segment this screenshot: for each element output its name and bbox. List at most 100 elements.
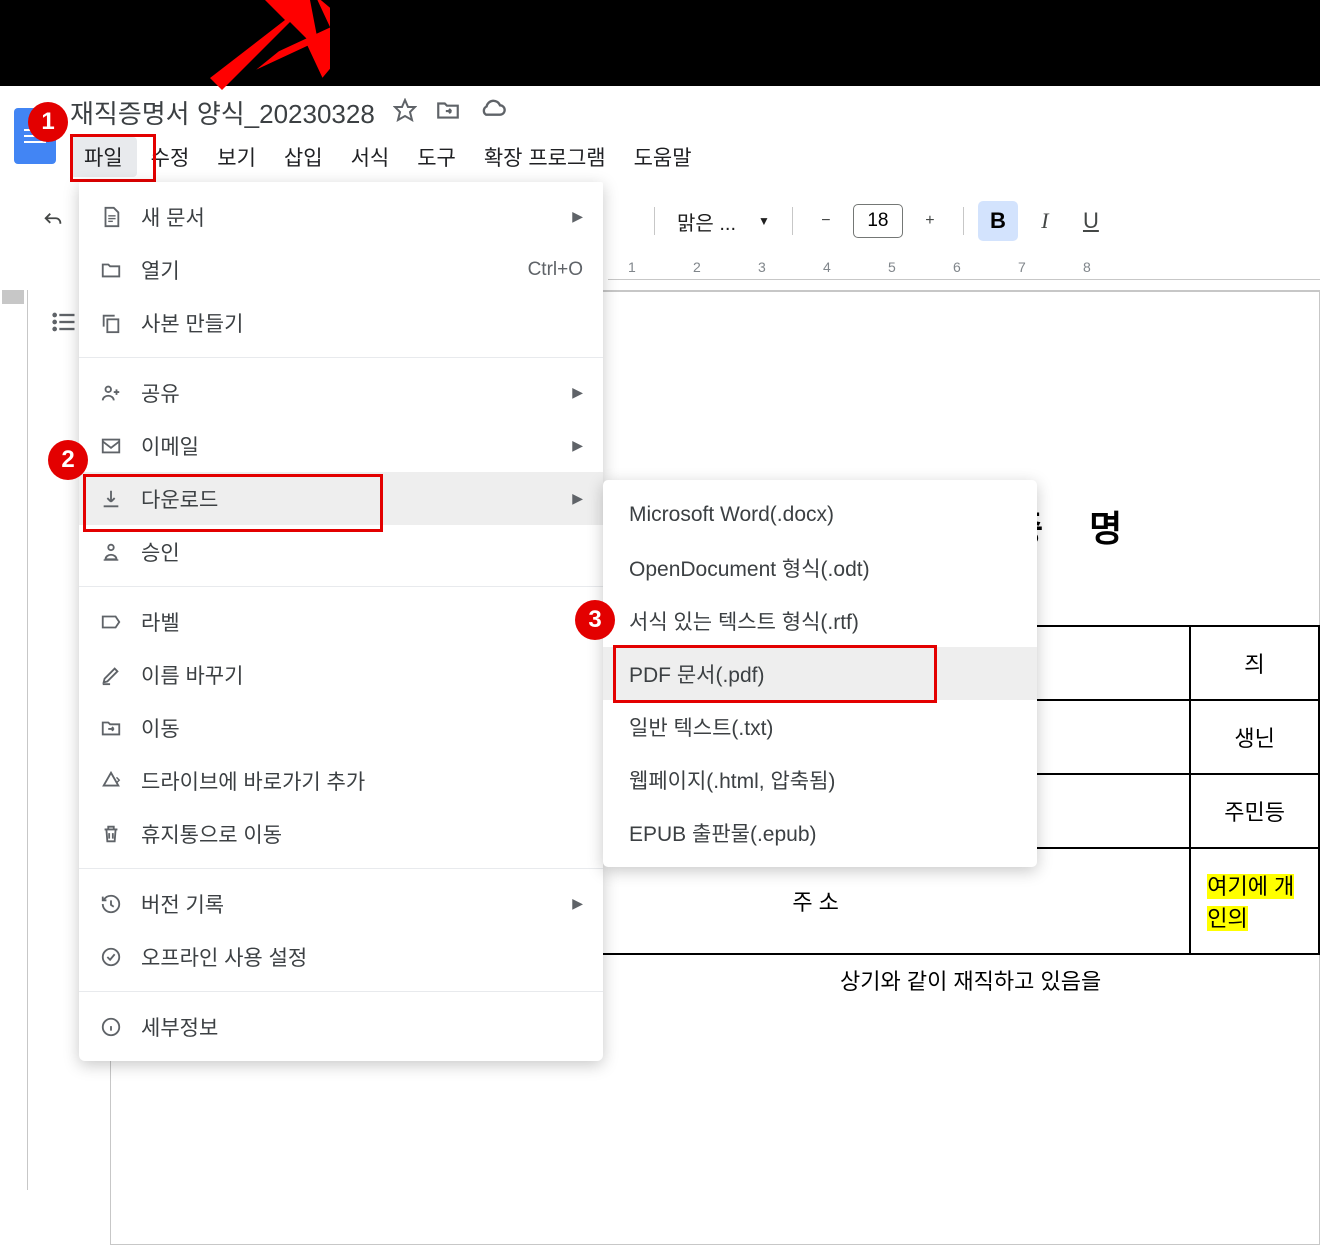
- menu-insert[interactable]: 삽입: [270, 137, 337, 177]
- menu-format[interactable]: 서식: [337, 137, 404, 177]
- copy-icon: [99, 311, 123, 335]
- menu-item-add-shortcut[interactable]: 드라이브에 바로가기 추가: [79, 754, 603, 807]
- offline-icon: [99, 945, 123, 969]
- font-decrease-button[interactable]: −: [807, 202, 845, 240]
- outline-toggle-button[interactable]: [50, 308, 78, 343]
- menu-view[interactable]: 보기: [203, 137, 270, 177]
- menu-item-label: 승인: [141, 537, 180, 567]
- menu-item-label: 이동: [141, 713, 180, 743]
- menu-separator: [79, 991, 603, 992]
- font-family-value: 맑은 ...: [677, 207, 736, 236]
- menu-item-label: 세부정보: [141, 1012, 218, 1042]
- trash-icon: [99, 822, 123, 846]
- move-icon: [99, 716, 123, 740]
- menu-item-email[interactable]: 이메일 ▶: [79, 419, 603, 472]
- annotation-arrow: [180, 0, 330, 100]
- ruler-tick: 1: [628, 259, 636, 275]
- bold-button[interactable]: B: [978, 201, 1018, 241]
- submenu-arrow-icon: ▶: [572, 490, 583, 507]
- table-cell[interactable]: 즤: [1190, 626, 1319, 700]
- document-caption: 상기와 같이 재직하고 있음을: [840, 964, 1101, 996]
- download-icon: [99, 487, 123, 511]
- menu-item-label: 공유: [141, 378, 180, 408]
- menu-separator: [79, 357, 603, 358]
- vertical-ruler[interactable]: [0, 290, 28, 1190]
- menu-separator: [79, 868, 603, 869]
- menu-item-label: 휴지통으로 이동: [141, 819, 282, 849]
- horizontal-ruler[interactable]: 1 2 3 4 5 6 7 8: [608, 254, 1320, 280]
- menu-item-label: 사본 만들기: [141, 308, 243, 338]
- menu-item-label: 다운로드: [141, 484, 218, 514]
- download-option-html[interactable]: 웹페이지(.html, 압축됨): [603, 753, 1037, 806]
- info-icon: [99, 1015, 123, 1039]
- undo-button[interactable]: [34, 202, 72, 240]
- menu-item-move[interactable]: 이동: [79, 701, 603, 754]
- menu-item-label: 이름 바꾸기: [141, 660, 243, 690]
- table-cell[interactable]: 생닌: [1190, 700, 1319, 774]
- submenu-arrow-icon: ▶: [572, 895, 583, 912]
- menu-tools[interactable]: 도구: [403, 137, 470, 177]
- ruler-tick: 7: [1018, 259, 1026, 275]
- menu-item-version-history[interactable]: 버전 기록 ▶: [79, 877, 603, 930]
- ruler-tick: 6: [953, 259, 961, 275]
- font-increase-button[interactable]: +: [911, 202, 949, 240]
- cloud-status-icon[interactable]: [479, 96, 507, 129]
- menu-item-label: 라벨: [141, 607, 180, 637]
- menu-item-approve[interactable]: 승인: [79, 525, 603, 578]
- menu-item-label: 이메일: [141, 431, 199, 461]
- menu-file[interactable]: 파일: [70, 137, 137, 177]
- table-cell[interactable]: 여기에 개인의: [1190, 848, 1319, 954]
- highlighted-text: 여기에 개인의: [1207, 874, 1294, 931]
- menu-item-trash[interactable]: 휴지통으로 이동: [79, 807, 603, 860]
- ruler-tick: 3: [758, 259, 766, 275]
- move-folder-icon[interactable]: [435, 97, 461, 128]
- menu-extensions[interactable]: 확장 프로그램: [470, 137, 620, 177]
- menu-item-label: 열기: [141, 255, 180, 285]
- ruler-tick: 2: [693, 259, 701, 275]
- history-icon: [99, 892, 123, 916]
- download-option-epub[interactable]: EPUB 출판물(.epub): [603, 806, 1037, 859]
- menu-item-rename[interactable]: 이름 바꾸기: [79, 648, 603, 701]
- rename-icon: [99, 663, 123, 687]
- annotation-badge-2: 2: [48, 440, 88, 480]
- underline-button[interactable]: U: [1072, 202, 1110, 240]
- menu-item-label: 버전 기록: [141, 889, 224, 919]
- menubar: 파일 수정 보기 삽입 서식 도구 확장 프로그램 도움말: [70, 137, 706, 177]
- star-icon[interactable]: [393, 98, 417, 127]
- menu-item-details[interactable]: 세부정보: [79, 1000, 603, 1053]
- approve-icon: [99, 540, 123, 564]
- submenu-arrow-icon: ▶: [572, 208, 583, 225]
- menu-item-open[interactable]: 열기 Ctrl+O: [79, 243, 603, 296]
- submenu-arrow-icon: ▶: [572, 384, 583, 401]
- italic-button[interactable]: I: [1026, 202, 1064, 240]
- ruler-tick: 5: [888, 259, 896, 275]
- menu-item-download[interactable]: 다운로드 ▶: [79, 472, 603, 525]
- menu-separator: [79, 586, 603, 587]
- menu-item-copy[interactable]: 사본 만들기: [79, 296, 603, 349]
- menu-help[interactable]: 도움말: [620, 137, 706, 177]
- share-person-icon: [99, 381, 123, 405]
- menu-item-offline[interactable]: 오프라인 사용 설정: [79, 930, 603, 983]
- menu-item-share[interactable]: 공유 ▶: [79, 366, 603, 419]
- menu-edit[interactable]: 수정: [137, 137, 204, 177]
- document-icon: [99, 205, 123, 229]
- file-dropdown-menu: 새 문서 ▶ 열기 Ctrl+O 사본 만들기 공유 ▶ 이메일 ▶ 다운로드 …: [79, 182, 603, 1061]
- ruler-tick: 4: [823, 259, 831, 275]
- menu-item-labels[interactable]: 라벨: [79, 595, 603, 648]
- download-option-odt[interactable]: OpenDocument 형식(.odt): [603, 541, 1037, 594]
- label-icon: [99, 610, 123, 634]
- font-size-input[interactable]: 18: [853, 204, 903, 238]
- folder-icon: [99, 258, 123, 282]
- menu-item-new[interactable]: 새 문서 ▶: [79, 190, 603, 243]
- table-cell[interactable]: 주민등: [1190, 774, 1319, 848]
- download-option-rtf[interactable]: 서식 있는 텍스트 형식(.rtf): [603, 594, 1037, 647]
- download-option-pdf[interactable]: PDF 문서(.pdf): [603, 647, 1037, 700]
- download-submenu: Microsoft Word(.docx) OpenDocument 형식(.o…: [603, 480, 1037, 867]
- font-family-select[interactable]: 맑은 ... ▼: [669, 207, 778, 236]
- submenu-arrow-icon: ▶: [572, 437, 583, 454]
- download-option-txt[interactable]: 일반 텍스트(.txt): [603, 700, 1037, 753]
- download-option-docx[interactable]: Microsoft Word(.docx): [603, 488, 1037, 541]
- email-icon: [99, 434, 123, 458]
- annotation-badge-1: 1: [28, 102, 68, 142]
- menu-item-label: 드라이브에 바로가기 추가: [141, 766, 365, 796]
